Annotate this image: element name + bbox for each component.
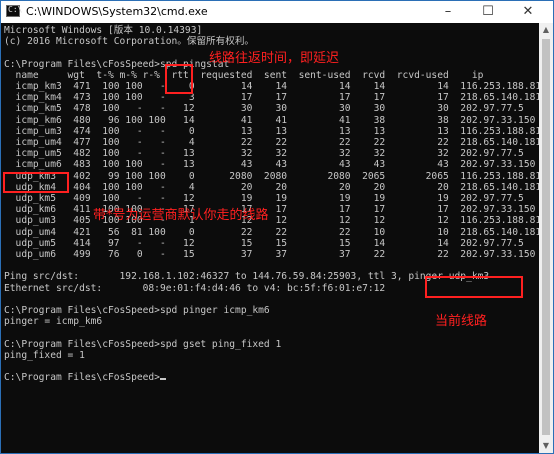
console-line: icmp_km4 473 100 100 - 3 17 17 17 17 17 … [4, 92, 539, 104]
rtt-annotation: 线路往返时间，即延迟 [209, 51, 340, 66]
console-line: udp_km3 402 99 100 100 0 2080 2080 2080 … [4, 170, 539, 182]
console-output[interactable]: Microsoft Windows [版本 10.0.14393] (c) 20… [1, 23, 539, 453]
console-line: icmp_um6 483 100 100 - 13 43 43 43 43 43… [4, 159, 536, 171]
console-line: icmp_km6 480 96 100 100 14 41 41 41 38 3… [4, 114, 536, 126]
vertical-scrollbar[interactable]: ▲ ▼ [539, 23, 553, 453]
udp-km3-highlight-box [3, 172, 69, 193]
console-line: C:\Program Files\cFosSpeed>spd pingstat [4, 58, 230, 70]
console-line: udp_km6 411 100 100 - 17 17 17 17 17 17 … [4, 204, 536, 216]
console-line: icmp_km3 471 100 100 - 0 14 14 14 14 14 … [4, 81, 539, 93]
console-line: C:\Program Files\cFosSpeed> [4, 372, 160, 384]
cmd-icon: C:\ [6, 5, 22, 17]
scroll-thumb[interactable] [542, 39, 550, 435]
window-title: C:\WINDOWS\System32\cmd.exe [26, 5, 208, 18]
text-cursor [159, 378, 166, 381]
maximize-button[interactable]: ☐ [473, 1, 503, 23]
console-line: icmp_um4 477 100 - - 4 22 22 22 22 22 21… [4, 137, 539, 149]
console-line: udp_um5 414 97 - - 12 15 15 15 14 14 202… [4, 237, 524, 249]
current-line-annotation: 当前线路 [435, 314, 488, 329]
console-line: udp_um3 405 100 100 - 1 12 12 12 12 12 1… [4, 215, 539, 227]
console-line: name wgt t-% m-% r-% rtt requested sent … [4, 69, 484, 81]
console-line: udp_um6 499 76 0 - 15 37 37 37 22 22 202… [4, 249, 536, 261]
minimize-button[interactable]: – [433, 1, 463, 23]
cmd-window: C:\ C:\WINDOWS\System32\cmd.exe – ☐ ✕ Mi… [0, 0, 554, 454]
console-line: C:\Program Files\cFosSpeed>spd gset ping… [4, 338, 282, 350]
close-button[interactable]: ✕ [513, 1, 543, 23]
console-line: ping_fixed = 1 [4, 349, 85, 361]
default-line-annotation: 带*号为运营商默认你走的线路 [93, 208, 269, 223]
scroll-down-icon[interactable]: ▼ [539, 439, 553, 453]
console-line: udp_km5 409 100 - - 12 19 19 19 19 19 20… [4, 193, 524, 205]
console-text: Microsoft Windows [版本 10.0.14393] (c) 20… [4, 25, 539, 384]
current-pinger-highlight-box [425, 276, 523, 298]
console-line: Ethernet src/dst: 08:9e:01:f4:d4:46 to v… [4, 282, 386, 294]
title-bar[interactable]: C:\ C:\WINDOWS\System32\cmd.exe – ☐ ✕ [1, 1, 553, 23]
console-line: pinger = icmp_km6 [4, 316, 103, 328]
console-line: Microsoft Windows [版本 10.0.14393] [4, 25, 203, 36]
rtt-highlight-box [165, 64, 193, 94]
console-line: icmp_km5 478 100 - - 12 30 30 30 30 30 2… [4, 103, 524, 115]
console-line: icmp_um5 482 100 - - 13 32 32 32 32 32 2… [4, 148, 524, 160]
console-line: C:\Program Files\cFosSpeed>spd pinger ic… [4, 305, 270, 317]
console-line: icmp_um3 474 100 - - 0 13 13 13 13 13 11… [4, 125, 539, 137]
console-line: Ping src/dst: 192.168.1.102:46327 to 144… [4, 271, 490, 283]
scroll-up-icon[interactable]: ▲ [539, 23, 553, 37]
console-line: (c) 2016 Microsoft Corporation。保留所有权利。 [4, 36, 255, 48]
console-line: udp_um4 421 56 81 100 0 22 22 22 10 10 2… [4, 226, 539, 238]
console-line: udp_km4 404 100 100 - 4 20 20 20 20 20 2… [4, 181, 539, 193]
